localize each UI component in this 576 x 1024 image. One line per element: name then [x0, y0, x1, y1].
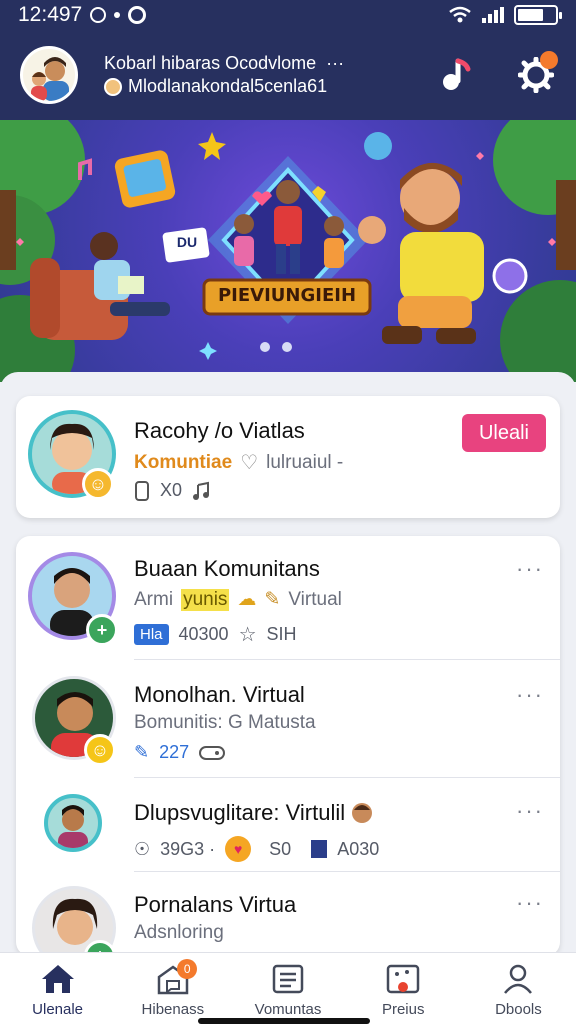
dot-status-icon [114, 12, 121, 18]
music-note-icon [443, 58, 471, 90]
notification-dot [540, 51, 558, 69]
app-header: Kobarl hibaras Ocodvlome ··· Mlodlanakon… [0, 30, 576, 120]
status-time: 12:497 [18, 3, 83, 26]
chat-status-icon [128, 6, 147, 24]
nav-hibenass[interactable]: 0 Hibenass [115, 953, 230, 1024]
more-options-button[interactable]: ··· [516, 682, 544, 708]
list-item-name: Dlupsvuglitare: Virtulil [134, 800, 373, 826]
featured-emoji-badge: ☺ [82, 468, 114, 500]
list-item[interactable]: + Buaan Komunitans Armi yunis ☁ ✎ Virtua… [16, 536, 560, 660]
category-tag: Hla [134, 624, 169, 645]
pagination-dot[interactable] [260, 342, 270, 352]
nav-label: Vomuntas [254, 1001, 322, 1018]
list-item-name: Pornalans Virtua [134, 892, 297, 917]
pin-icon: ✎ [134, 742, 150, 762]
lightning-icon: ☁ [237, 589, 257, 610]
nav-profile[interactable]: Dbools [461, 953, 576, 1024]
phone-icon [135, 480, 149, 501]
banner-pagination[interactable] [260, 342, 292, 352]
banner-title: PIEVIUNGIEIH [217, 285, 357, 306]
book-icon [311, 840, 328, 858]
community-list-area: ☺ Racohy /o Viatlas Komuntiae ♡ lulruaiu… [0, 372, 576, 956]
subtitle-part: Virtual [288, 588, 342, 610]
star-icon: ☆ [238, 624, 257, 646]
featured-name: Racohy /o Viatlas [134, 418, 305, 443]
nav-label: Ulenale [32, 1001, 84, 1018]
list-icon [272, 964, 304, 994]
heart-eyes-icon: ♥ [225, 836, 252, 862]
header-title: Kobarl hibaras Ocodvlome ··· [104, 53, 344, 74]
gallery-icon [386, 964, 420, 994]
gamepad-icon [199, 745, 226, 760]
profile-icon [504, 964, 533, 994]
list-item-meta: Hla 40300 ☆ SIH [134, 622, 297, 647]
emoji-badge: ☺ [84, 734, 116, 766]
chat-icon: ☉ [134, 838, 151, 859]
featured-community-card[interactable]: ☺ Racohy /o Viatlas Komuntiae ♡ lulruaiu… [16, 396, 560, 518]
wifi-icon [449, 6, 471, 23]
pagination-dot[interactable] [282, 342, 292, 352]
subtitle-highlight: yunis [181, 588, 230, 611]
featured-meta: X0 [134, 480, 212, 501]
list-item[interactable]: + Pornalans Virtua Adsnloring ··· [16, 872, 560, 956]
subtitle-part: Armi [134, 588, 174, 610]
status-bar: 12:497 [0, 0, 576, 30]
header-title-more: ··· [326, 53, 345, 73]
heart-icon: ♡ [240, 452, 259, 474]
list-item-subtitle: Armi yunis ☁ ✎ Virtual [134, 588, 342, 611]
list-avatar [44, 794, 102, 852]
list-item[interactable]: ☺ Monolhan. Virtual Bomunitis: G Matusta… [16, 660, 560, 778]
more-options-button[interactable]: ··· [516, 890, 544, 916]
home-icon [41, 965, 74, 993]
featured-members: X0 [160, 480, 183, 500]
nav-label: Preius [381, 1001, 425, 1018]
member-count: A030 [337, 838, 380, 859]
header-subtitle: Mlodlanakondal5cenla61 [104, 76, 344, 97]
add-badge-icon[interactable]: + [86, 614, 118, 646]
banner-sign-label: DU [176, 234, 198, 250]
user-avatar[interactable] [20, 46, 78, 104]
featured-status: lulruaiul - [266, 451, 344, 473]
face-icon [352, 803, 373, 823]
header-subtitle-text: Mlodlanakondal5cenla61 [128, 76, 328, 96]
member-count: 40300 [178, 624, 229, 644]
featured-category-line: Komuntiae ♡ lulruaiul - [134, 450, 343, 475]
subtitle-avatar-icon [104, 77, 122, 96]
nav-vomuntas[interactable]: Vomuntas [230, 953, 345, 1024]
home-indicator [198, 1018, 370, 1024]
list-item-meta: ☉ 39G3 · ♥ S0 A030 [134, 836, 379, 862]
bottom-navigation: Ulenale 0 Hibenass Vomuntas Preius Dbool… [0, 952, 576, 1024]
list-item-name-text: Dlupsvuglitare: Virtulil [134, 800, 346, 825]
promo-banner[interactable]: PIEVIUNGIEIH DU [0, 120, 576, 382]
rating-value: SIH [266, 624, 297, 644]
music-note-small-icon [193, 481, 210, 500]
pencil-icon: ✎ [264, 589, 281, 610]
list-item-name: Monolhan. Virtual [134, 682, 305, 707]
header-title-text: Kobarl hibaras Ocodvlome [104, 53, 317, 73]
nav-preius[interactable]: Preius [346, 953, 461, 1024]
featured-category: Komuntiae [134, 451, 233, 473]
nav-home[interactable]: Ulenale [0, 953, 115, 1024]
member-count: 39G3 · [160, 838, 216, 859]
member-count: 227 [159, 742, 190, 762]
signal-icon [482, 7, 504, 23]
settings-status-icon [90, 7, 107, 23]
music-button[interactable] [436, 55, 476, 95]
list-item-meta: ✎ 227 [134, 742, 226, 763]
list-item-subtitle: Bomunitis: G Matusta [134, 712, 316, 733]
nav-label: Hibenass [141, 1001, 205, 1018]
more-options-button[interactable]: ··· [516, 798, 544, 824]
more-options-button[interactable]: ··· [516, 556, 544, 582]
community-list-card: + Buaan Komunitans Armi yunis ☁ ✎ Virtua… [16, 536, 560, 956]
join-button[interactable]: Uleali [462, 414, 546, 452]
nav-label: Dbools [495, 1001, 542, 1018]
nav-badge: 0 [177, 959, 198, 979]
member-count: S0 [269, 838, 292, 859]
list-item-subtitle: Adsnloring [134, 922, 224, 943]
battery-icon [514, 5, 562, 25]
list-item-name: Buaan Komunitans [134, 556, 320, 581]
list-item[interactable]: Dlupsvuglitare: Virtulil ☉ 39G3 · ♥ S0 A… [16, 778, 560, 872]
settings-button[interactable] [516, 51, 558, 95]
